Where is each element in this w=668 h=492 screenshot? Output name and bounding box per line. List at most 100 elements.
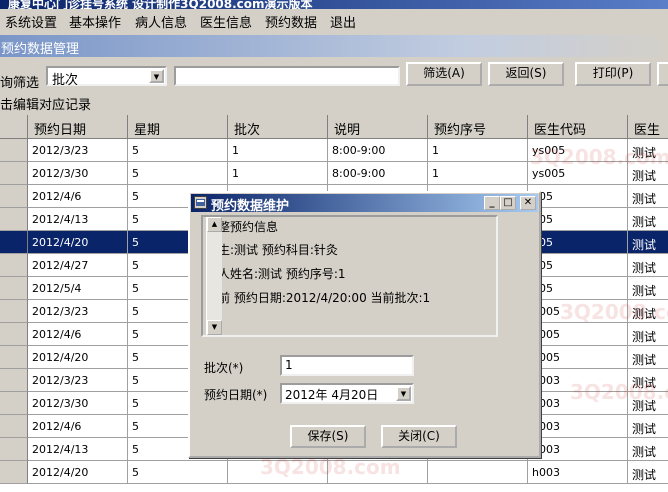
print-button[interactable]: 打印(P)	[575, 62, 651, 86]
doctor-code: h005	[528, 323, 628, 346]
maximize-icon[interactable]: □	[500, 196, 516, 210]
doctor-name: 测试	[628, 277, 668, 300]
doctor-name: 测试	[628, 369, 668, 392]
sequence-number: 1	[428, 162, 528, 185]
app-title: 康复中心门诊挂号系统 设计制作3Q2008.com演示版本	[8, 0, 313, 9]
doctor-name: 测试	[628, 231, 668, 254]
sequence-number: 1	[428, 139, 528, 162]
time-slot: 8:00-9:00	[328, 162, 428, 185]
section-header: 预约数据管理	[0, 35, 668, 57]
chevron-down-icon[interactable]: ▼	[396, 386, 411, 401]
menu-exit[interactable]: 退出	[330, 12, 356, 31]
row-indicator	[0, 139, 28, 162]
chevron-down-icon[interactable]: ▼	[149, 69, 164, 83]
edit-hint: 击编辑对应记录	[0, 98, 92, 113]
time-slot	[328, 461, 428, 484]
doctor-name: 测试	[628, 461, 668, 484]
doctor-code: ys005	[528, 162, 628, 185]
scroll-down-icon[interactable]: ▼	[207, 320, 222, 335]
sequence-column-header[interactable]: 预约序号	[428, 115, 528, 139]
filter-label: 询筛选	[0, 76, 40, 91]
row-indicator	[0, 277, 28, 300]
batch: 1	[228, 139, 328, 162]
extra-button[interactable]	[657, 62, 668, 86]
appointment-date: 2012/3/23	[28, 369, 128, 392]
filter-button[interactable]: 筛选(A)	[406, 62, 482, 86]
back-button[interactable]: 返回(S)	[488, 62, 564, 86]
table-row[interactable]: 2012/3/23 5 1 8:00-9:00 1 ys005 测试	[0, 139, 668, 162]
row-indicator	[0, 254, 28, 277]
filter-field-combo[interactable]: 批次 ▼	[46, 66, 167, 88]
doctor-name: 测试	[628, 415, 668, 438]
doctor-code: 005	[528, 185, 628, 208]
time-column-header[interactable]: 说明	[328, 115, 428, 139]
table-row[interactable]: 2012/3/30 5 1 8:00-9:00 1 ys005 测试	[0, 162, 668, 185]
doctor-code: h003	[528, 461, 628, 484]
dialog-title-bar[interactable]: 预约数据维护 _ □ ✕	[191, 194, 538, 214]
row-indicator	[0, 231, 28, 254]
menu-appointment-data[interactable]: 预约数据	[265, 12, 317, 31]
row-indicator	[0, 461, 28, 484]
doctor-code: 005	[528, 254, 628, 277]
date-label: 预约日期(*)	[204, 388, 268, 402]
appointment-info-box[interactable]: 调整预约信息 医生:测试 预约科目:针灸 病人姓名:测试 预约序号:1 当前 预…	[201, 215, 498, 337]
batch: 1	[228, 162, 328, 185]
app-icon	[194, 196, 207, 209]
row-indicator-header[interactable]	[0, 115, 28, 139]
info-line-doctor: 医生:测试 预约科目:针灸	[206, 243, 338, 257]
row-indicator	[0, 392, 28, 415]
doctor-code: ys005	[528, 139, 628, 162]
doctor-name: 测试	[628, 438, 668, 461]
doctor-code: h005	[528, 300, 628, 323]
appointment-date: 2012/3/30	[28, 392, 128, 415]
doctor-code: 005	[528, 231, 628, 254]
dialog-title: 预约数据维护	[211, 199, 290, 214]
table-row[interactable]: 2012/4/20 5 h003 测试	[0, 461, 668, 484]
menu-bar: 系统设置 基本操作 病人信息 医生信息 预约数据 退出	[0, 9, 668, 31]
batch-label: 批次(*)	[204, 361, 244, 375]
appointment-date: 2012/5/4	[28, 277, 128, 300]
info-line-current: 当前 预约日期:2012/4/20:00 当前批次:1	[206, 291, 431, 305]
doctor-code: h003	[528, 438, 628, 461]
doctor-code: h005	[528, 346, 628, 369]
appointment-date: 2012/4/13	[28, 438, 128, 461]
weekday: 5	[128, 139, 228, 162]
info-scrollbar[interactable]: ▲ ▼	[206, 217, 222, 335]
time-slot: 8:00-9:00	[328, 139, 428, 162]
menu-basic-operations[interactable]: 基本操作	[69, 12, 121, 31]
filter-text-input[interactable]	[174, 66, 400, 86]
weekday-column-header[interactable]: 星期	[128, 115, 228, 139]
doctor-code: 005	[528, 277, 628, 300]
menu-system-settings[interactable]: 系统设置	[5, 12, 57, 31]
scroll-up-icon[interactable]: ▲	[207, 217, 222, 232]
sequence-number	[428, 461, 528, 484]
date-column-header[interactable]: 预约日期	[28, 115, 128, 139]
menu-patient-info[interactable]: 病人信息	[135, 12, 187, 31]
doctor-code: h003	[528, 392, 628, 415]
close-icon[interactable]: ✕	[520, 196, 536, 210]
doctor-name: 测试	[628, 323, 668, 346]
appointment-edit-dialog: 预约数据维护 _ □ ✕ 调整预约信息 医生:测试 预约科目:针灸 病人姓名:测…	[188, 191, 541, 458]
appointment-date: 2012/3/30	[28, 162, 128, 185]
app-title-bar: 康复中心门诊挂号系统 设计制作3Q2008.com演示版本	[0, 0, 668, 9]
doctor-code-column-header[interactable]: 医生代码	[528, 115, 628, 139]
doctor-name: 测试	[628, 208, 668, 231]
row-indicator	[0, 323, 28, 346]
doctor-column-header[interactable]: 医生	[628, 115, 668, 139]
row-indicator	[0, 369, 28, 392]
doctor-code: h003	[528, 369, 628, 392]
minimize-icon[interactable]: _	[484, 196, 500, 210]
close-button[interactable]: 关闭(C)	[381, 425, 457, 448]
appointment-date: 2012/4/6	[28, 415, 128, 438]
date-picker[interactable]: 2012年 4月20日 ▼	[280, 383, 414, 404]
appointment-date: 2012/4/20	[28, 346, 128, 369]
weekday: 5	[128, 461, 228, 484]
batch-input[interactable]: 1	[280, 355, 414, 376]
save-button[interactable]: 保存(S)	[290, 425, 366, 448]
menu-doctor-info[interactable]: 医生信息	[200, 12, 252, 31]
doctor-name: 测试	[628, 139, 668, 162]
doctor-name: 测试	[628, 254, 668, 277]
doctor-name: 测试	[628, 300, 668, 323]
appointment-date: 2012/4/27	[28, 254, 128, 277]
batch-column-header[interactable]: 批次	[228, 115, 328, 139]
